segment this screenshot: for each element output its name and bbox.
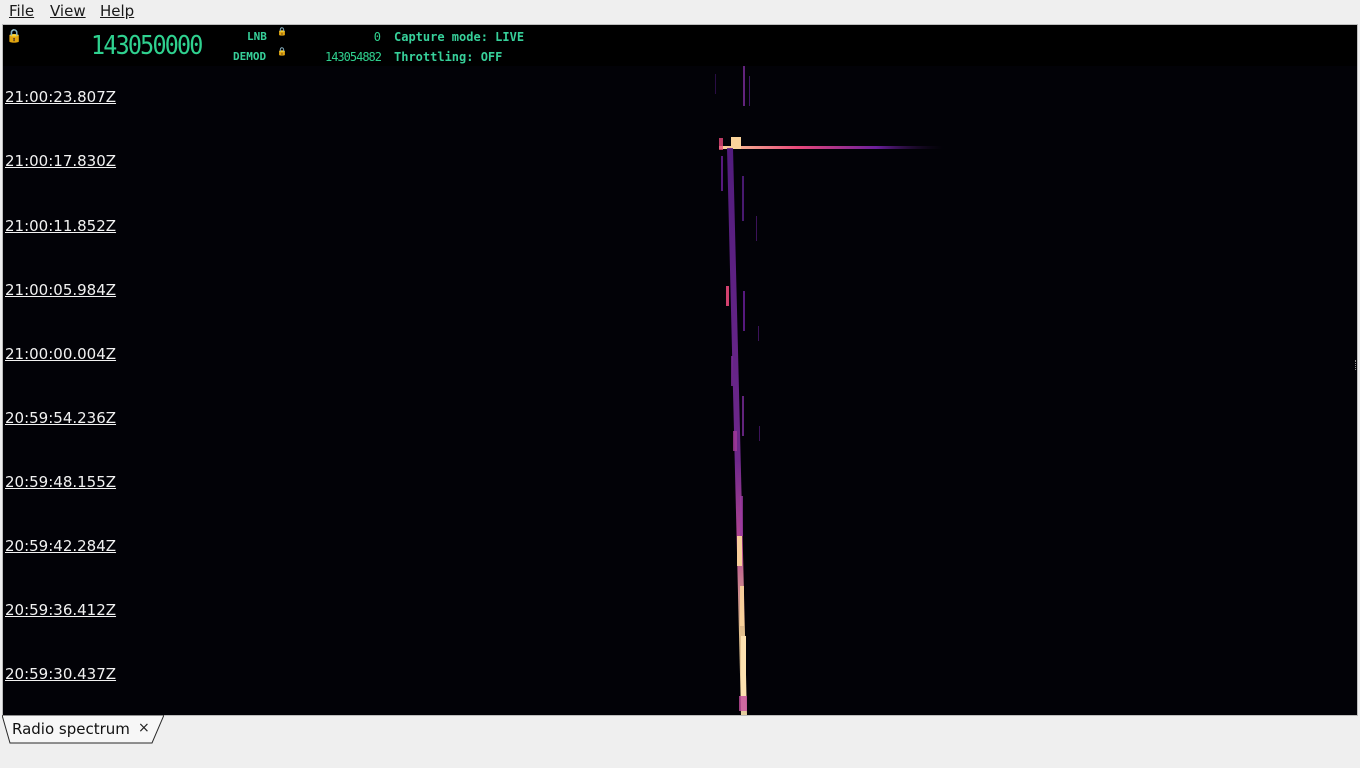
capture-mode-status: Capture mode: LIVE — [394, 30, 525, 44]
lnb-label: LNB — [247, 30, 267, 43]
waterfall-display[interactable]: 21:00:23.807Z 21:00:17.830Z 21:00:11.852… — [3, 66, 1357, 715]
main-frequency-display[interactable]: 143050000 — [91, 31, 203, 61]
tab-radio-spectrum[interactable]: Radio spectrum × — [2, 715, 164, 744]
menu-file-label: File — [9, 2, 35, 20]
menu-view[interactable]: View — [50, 2, 86, 20]
menu-view-label: View — [50, 2, 86, 20]
throttling-status: Throttling: OFF — [394, 50, 503, 64]
menu-file[interactable]: File — [9, 2, 34, 20]
spectrum-panel: 🔒 143050000 LNB 🔒 0 DEMOD 🔒 143054882 Ca… — [2, 24, 1358, 716]
menu-help[interactable]: Help — [100, 2, 134, 20]
demod-lock-icon[interactable]: 🔒 — [277, 47, 287, 56]
tab-bar: Radio spectrum × — [0, 715, 1360, 768]
menu-bar: File View Help — [0, 0, 1360, 22]
tab-label: Radio spectrum — [12, 720, 130, 738]
demod-label: DEMOD — [233, 50, 267, 63]
demod-value[interactable]: 143054882 — [303, 50, 382, 64]
resize-handle[interactable] — [1355, 360, 1358, 370]
menu-help-label: Help — [100, 2, 135, 20]
frequency-header: 🔒 143050000 LNB 🔒 0 DEMOD 🔒 143054882 Ca… — [3, 25, 1357, 66]
waterfall-signal-trace — [715, 66, 944, 715]
lock-icon[interactable]: 🔒 — [6, 29, 22, 44]
close-icon[interactable]: × — [138, 720, 150, 736]
lnb-lock-icon[interactable]: 🔒 — [277, 27, 287, 36]
lnb-value[interactable]: 0 — [303, 30, 381, 44]
